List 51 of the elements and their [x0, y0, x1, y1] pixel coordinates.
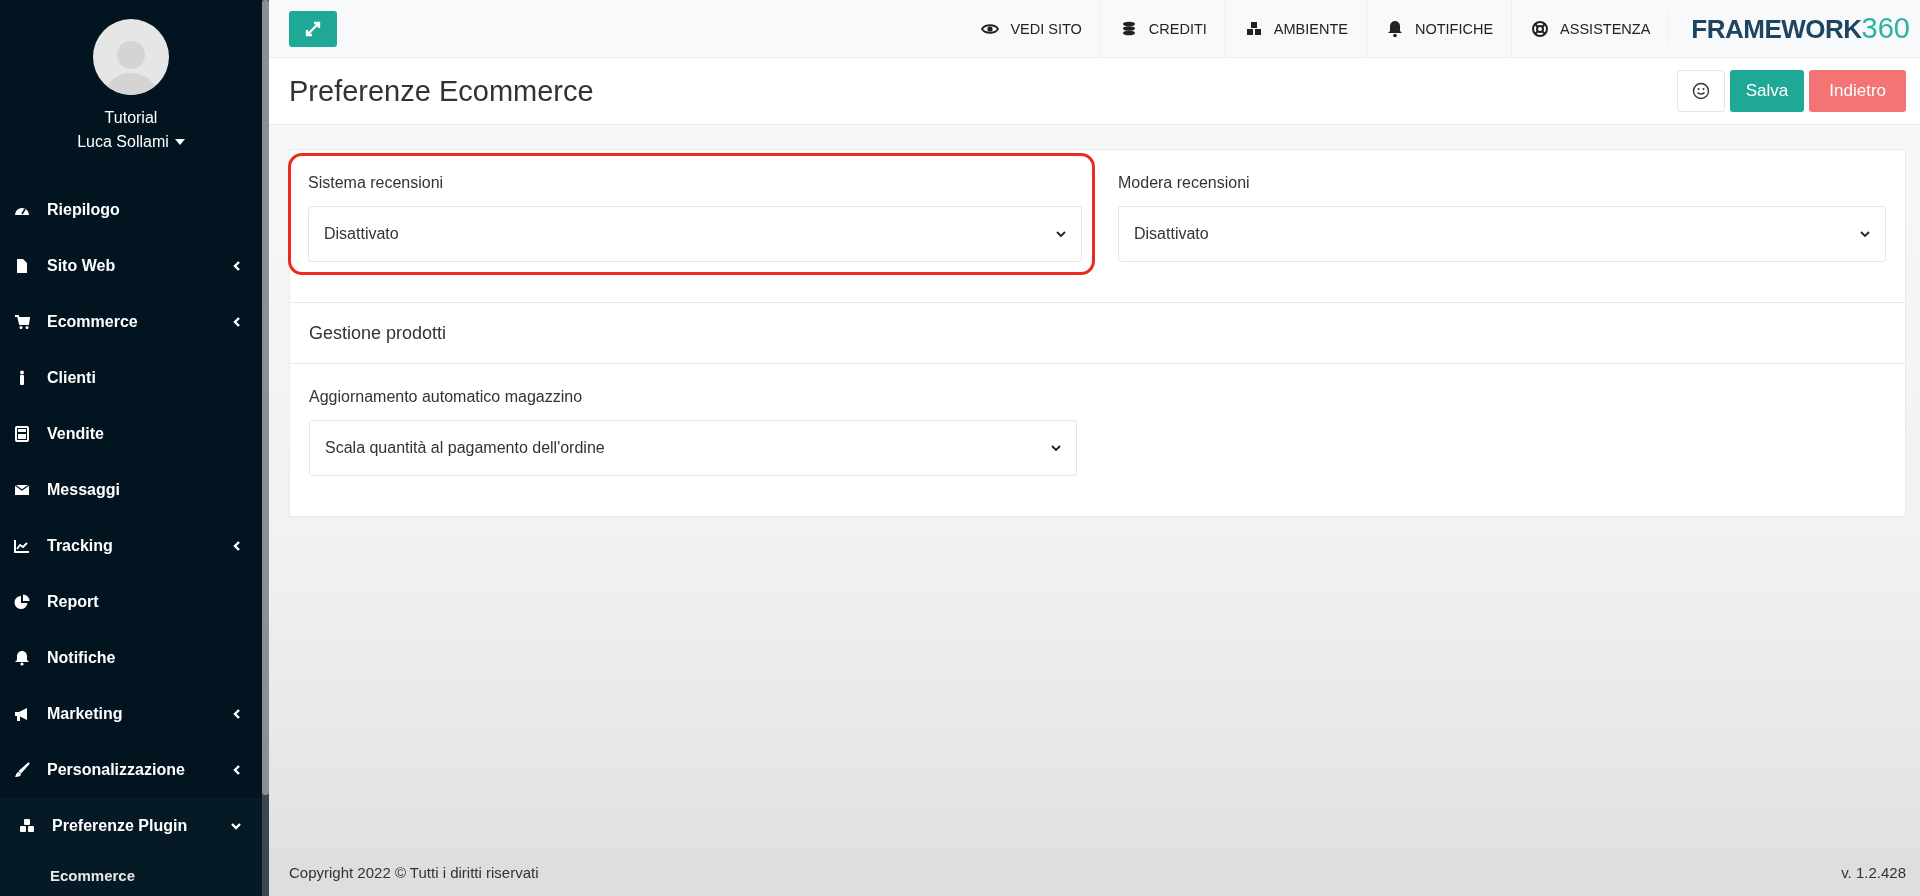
sidebar-item[interactable]: Clienti — [0, 350, 262, 406]
sidebar-item[interactable]: Vendite — [0, 406, 262, 462]
user-label: Tutorial — [104, 109, 158, 127]
pie-chart-icon — [14, 594, 30, 610]
copyright-text: Copyright 2022 © Tutti i diritti riservati — [289, 863, 539, 881]
lifebuoy-icon — [1530, 19, 1551, 38]
user-name[interactable]: Luca Sollami — [77, 133, 169, 151]
sidebar-item[interactable]: Preferenze Plugin — [0, 798, 262, 854]
expand-button[interactable] — [289, 10, 337, 47]
sidebar-item[interactable]: Report — [0, 574, 262, 630]
expand-arrows-icon — [305, 20, 321, 37]
sidebar-item[interactable]: Riepilogo — [0, 182, 262, 238]
cart-icon — [14, 314, 30, 330]
nav-link[interactable]: VEDI SITO — [962, 0, 1100, 57]
field-label: Aggiornamento automatico magazzino — [309, 388, 584, 406]
emoji-button[interactable] — [1676, 70, 1725, 112]
nav-link[interactable]: NOTIFICHE — [1365, 0, 1512, 57]
envelope-icon — [14, 482, 30, 498]
cubes-icon — [19, 818, 35, 834]
megaphone-icon — [14, 706, 30, 722]
calculator-icon — [14, 426, 30, 442]
logo: FRAMEWORK360 — [1668, 12, 1920, 45]
sidebar-item[interactable]: Personalizzazione — [0, 742, 262, 798]
line-chart-icon — [14, 538, 30, 554]
page-title: Preferenze Ecommerce — [289, 74, 594, 108]
field-label: Sistema recensioni — [308, 174, 445, 192]
sidebar-subitem[interactable]: Ecommerce — [0, 854, 262, 896]
caret-icon — [174, 139, 185, 145]
sidebar-item[interactable]: Tracking — [0, 518, 262, 574]
sidebar-item[interactable]: Ecommerce — [0, 294, 262, 350]
smiley-icon — [1691, 82, 1710, 100]
sidebar-item[interactable]: Messaggi — [0, 462, 262, 518]
nav-link[interactable]: CREDITI — [1099, 0, 1225, 57]
select-field[interactable]: Scala quantità al pagamento dell'ordine — [309, 420, 1077, 476]
scrollbar-thumb[interactable] — [262, 0, 269, 795]
bell-icon — [14, 650, 30, 666]
field-label: Modera recensioni — [1118, 174, 1251, 192]
chevron-down-icon — [1050, 442, 1062, 454]
chevron-down-icon — [1055, 228, 1067, 240]
nav-link[interactable]: AMBIENTE — [1224, 0, 1366, 57]
sidebar-item[interactable]: Marketing — [0, 686, 262, 742]
version-text: v. 1.2.428 — [1841, 863, 1906, 881]
brush-icon — [14, 762, 30, 778]
nav-link[interactable]: ASSISTENZA — [1511, 0, 1669, 57]
file-icon — [14, 258, 30, 274]
sidebar-item[interactable]: Notifiche — [0, 630, 262, 686]
chevron-down-icon — [1859, 228, 1871, 240]
select-field[interactable]: Disattivato — [1118, 206, 1886, 262]
select-field[interactable]: Disattivato — [308, 206, 1082, 262]
section-heading: Gestione prodotti — [290, 303, 1905, 364]
sidebar-item[interactable]: Sito Web — [0, 238, 262, 294]
